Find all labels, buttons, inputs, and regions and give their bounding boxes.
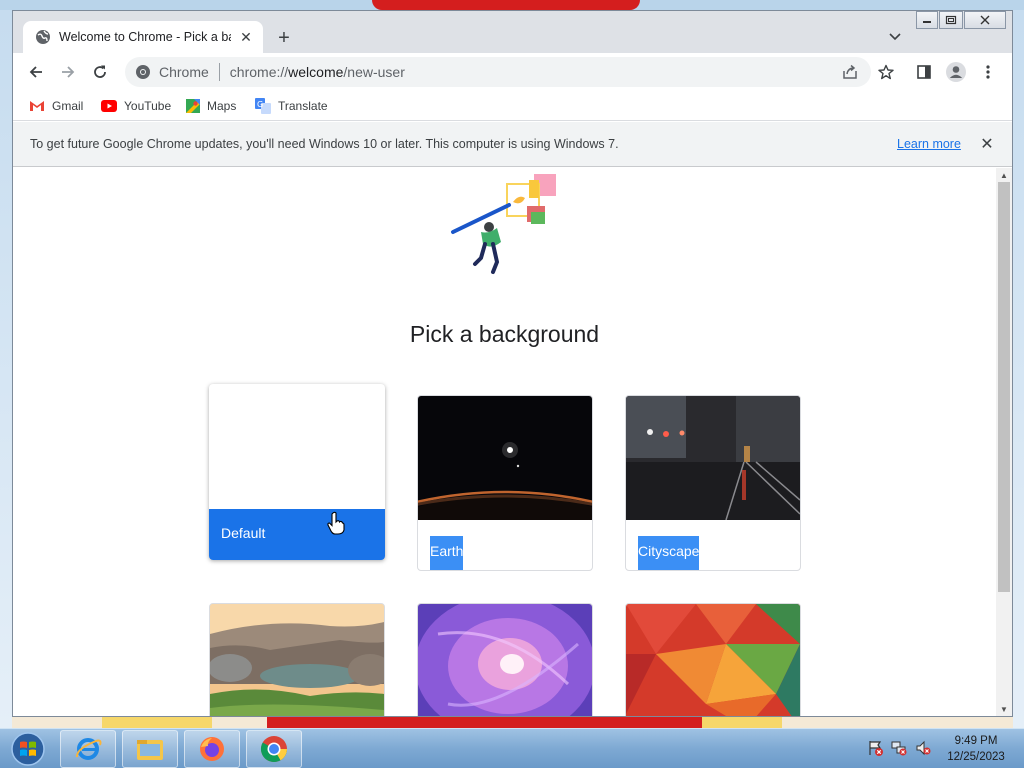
clock-time: 9:49 PM xyxy=(954,735,998,747)
vertical-scrollbar[interactable]: ▲ ▼ xyxy=(996,168,1012,716)
cityscape-thumbnail xyxy=(626,396,800,520)
clock-date: 12/25/2023 xyxy=(947,751,1005,763)
background-card-default[interactable]: Default xyxy=(209,384,385,560)
folder-icon xyxy=(137,740,163,760)
infobar-message: To get future Google Chrome updates, you… xyxy=(30,137,619,151)
minimize-button[interactable] xyxy=(916,11,938,29)
action-center-icon[interactable] xyxy=(866,739,884,757)
infobar-close-icon[interactable]: ✕ xyxy=(977,134,997,154)
gmail-icon xyxy=(30,101,44,111)
translate-icon: G xyxy=(255,98,271,114)
background-label: Default xyxy=(221,525,266,541)
bookmark-translate[interactable]: G Translate xyxy=(255,97,328,115)
bookmark-star-button[interactable] xyxy=(872,58,900,86)
address-separator xyxy=(218,63,220,81)
background-label: Earth xyxy=(430,536,464,570)
welcome-page: Pick a background Default Earth Cityscap… xyxy=(13,168,996,716)
back-arrow-icon xyxy=(29,66,42,78)
background-card-landscape[interactable] xyxy=(209,603,385,716)
bookmark-maps[interactable]: Maps xyxy=(186,97,236,115)
volume-muted-icon[interactable] xyxy=(914,739,932,757)
taskbar-chrome[interactable] xyxy=(246,730,302,768)
geometric-thumbnail xyxy=(626,604,800,716)
avatar-icon xyxy=(946,62,966,82)
svg-text:G: G xyxy=(257,100,263,109)
desktop-wallpaper-bottom xyxy=(12,716,1013,728)
tab-strip: Welcome to Chrome - Pick a background ✕ … xyxy=(13,11,1012,53)
network-icon[interactable] xyxy=(890,739,908,757)
firefox-icon xyxy=(200,737,224,761)
side-panel-icon xyxy=(917,65,931,79)
windows-orb-icon xyxy=(11,732,45,766)
star-icon xyxy=(878,64,894,80)
bookmarks-bar: Gmail YouTube Maps G Translate xyxy=(13,91,1012,121)
hand-cursor-icon xyxy=(327,511,345,535)
share-icon[interactable] xyxy=(840,62,860,82)
page-title: Pick a background xyxy=(409,321,600,347)
update-infobar: To get future Google Chrome updates, you… xyxy=(13,122,1012,167)
url-text: chrome://welcome/new-user xyxy=(229,64,405,80)
tab-title: Welcome to Chrome - Pick a background xyxy=(59,30,231,44)
desktop-wallpaper-right xyxy=(1013,10,1024,728)
back-button[interactable] xyxy=(22,58,50,86)
bookmark-gmail[interactable]: Gmail xyxy=(29,97,83,115)
scroll-up-icon[interactable]: ▲ xyxy=(996,168,1012,182)
restore-button[interactable] xyxy=(939,11,963,29)
globe-icon xyxy=(36,30,50,44)
window-close-button[interactable] xyxy=(964,11,1006,29)
forward-button[interactable] xyxy=(54,58,82,86)
learn-more-link[interactable]: Learn more xyxy=(897,137,961,151)
earth-thumbnail xyxy=(418,396,592,520)
system-clock[interactable]: 9:49 PM 12/25/2023 xyxy=(936,733,1016,765)
tab-search-chevron-icon[interactable] xyxy=(885,27,905,47)
landscape-thumbnail xyxy=(210,604,384,716)
windows-taskbar: 9:49 PM 12/25/2023 xyxy=(0,728,1024,768)
background-card-galaxy[interactable] xyxy=(417,603,593,716)
reload-button[interactable] xyxy=(86,58,114,86)
taskbar-explorer[interactable] xyxy=(122,730,178,768)
youtube-icon xyxy=(101,100,117,112)
side-panel-button[interactable] xyxy=(910,58,938,86)
site-label: Chrome xyxy=(159,64,209,80)
forward-arrow-icon xyxy=(62,66,75,78)
tab-welcome[interactable]: Welcome to Chrome - Pick a background ✕ xyxy=(23,21,263,53)
illustration-painter xyxy=(451,174,556,274)
galaxy-thumbnail xyxy=(418,604,592,716)
taskbar-internet-explorer[interactable] xyxy=(60,730,116,768)
background-label: Cityscape xyxy=(638,536,700,570)
start-button[interactable] xyxy=(4,730,52,768)
desktop-wallpaper-left xyxy=(0,10,12,728)
address-bar[interactable]: Chrome chrome://welcome/new-user xyxy=(125,57,871,87)
background-card-geometric[interactable] xyxy=(625,603,801,716)
new-tab-button[interactable]: + xyxy=(271,25,297,51)
chrome-icon xyxy=(260,736,288,763)
tab-close-icon[interactable]: ✕ xyxy=(237,28,255,46)
desktop-wallpaper-decoration xyxy=(372,0,640,10)
chrome-site-icon xyxy=(136,65,150,79)
background-card-earth[interactable]: Earth xyxy=(417,395,593,571)
scroll-down-icon[interactable]: ▼ xyxy=(996,702,1012,716)
internet-explorer-icon xyxy=(75,738,102,760)
menu-button[interactable] xyxy=(974,58,1002,86)
chrome-window: Welcome to Chrome - Pick a background ✕ … xyxy=(12,10,1013,717)
profile-button[interactable] xyxy=(942,58,970,86)
background-card-cityscape[interactable]: Cityscape xyxy=(625,395,801,571)
taskbar-firefox[interactable] xyxy=(184,730,240,768)
scroll-thumb[interactable] xyxy=(998,182,1010,592)
kebab-menu-icon xyxy=(986,65,990,79)
reload-icon xyxy=(94,65,106,78)
bookmark-youtube[interactable]: YouTube xyxy=(101,97,171,115)
browser-toolbar: Chrome chrome://welcome/new-user xyxy=(13,53,1012,91)
maps-icon xyxy=(186,99,200,113)
